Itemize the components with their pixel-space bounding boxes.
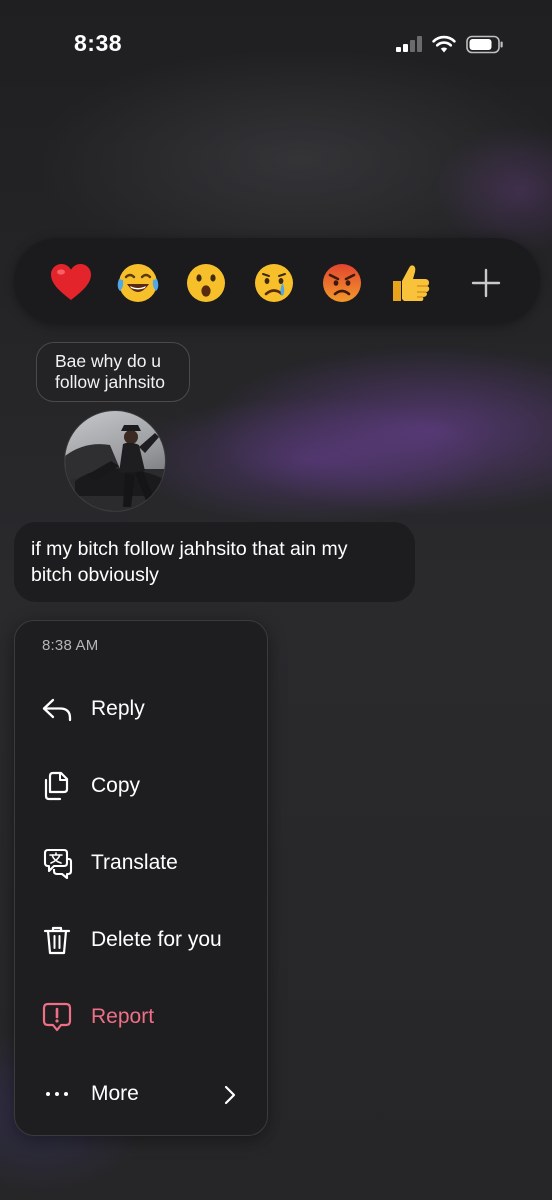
message-text-line: if my bitch follow jahhsito that ain my	[31, 538, 348, 560]
more-dots-icon	[46, 1092, 68, 1096]
reaction-bar	[14, 238, 540, 324]
translate-menu-item[interactable]: Translate	[15, 833, 267, 893]
copy-label: Copy	[91, 774, 141, 797]
angry-face-icon[interactable]	[319, 260, 365, 306]
translate-label: Translate	[91, 851, 178, 874]
crying-face-icon[interactable]	[251, 260, 297, 306]
battery-icon	[466, 35, 503, 54]
message-text-line: bitch obviously	[31, 564, 159, 586]
face-with-tears-of-joy-icon[interactable]	[115, 260, 161, 306]
chevron-right-icon	[224, 1085, 236, 1105]
message-bubble[interactable]: if my bitch follow jahhsito that ain my …	[14, 522, 415, 602]
delete-menu-item[interactable]: Delete for you	[15, 910, 267, 970]
face-with-open-mouth-icon[interactable]	[183, 260, 229, 306]
shared-profile-photo[interactable]	[64, 410, 166, 512]
copy-menu-item[interactable]: Copy	[15, 756, 267, 816]
report-menu-item[interactable]: Report	[15, 987, 267, 1047]
report-label: Report	[91, 1005, 155, 1028]
reply-menu-item[interactable]: Reply	[15, 679, 267, 739]
delete-label: Delete for you	[91, 928, 222, 951]
translate-icon	[43, 848, 73, 879]
quoted-message-line: follow jahhsito	[55, 372, 165, 392]
reply-label: Reply	[91, 697, 145, 720]
report-icon	[42, 1002, 72, 1032]
more-menu-item[interactable]: More	[15, 1064, 267, 1124]
copy-icon	[44, 771, 69, 801]
quoted-message-bubble: Bae why do u follow jahhsito	[36, 342, 190, 402]
message-context-menu: 8:38 AM Reply Copy Translate Delete for …	[14, 620, 268, 1136]
more-label: More	[91, 1082, 139, 1105]
reply-arrow-icon	[42, 698, 72, 722]
quoted-message-line: Bae why do u	[55, 351, 162, 371]
trash-icon	[43, 926, 71, 955]
wifi-icon	[432, 35, 456, 53]
status-time: 8:38	[74, 30, 123, 56]
message-timestamp: 8:38 AM	[42, 637, 99, 654]
cellular-signal-icon	[396, 36, 424, 52]
thumbs-up-icon[interactable]	[387, 260, 433, 306]
red-heart-icon[interactable]	[48, 260, 94, 306]
add-reaction-plus-icon[interactable]	[463, 260, 509, 306]
